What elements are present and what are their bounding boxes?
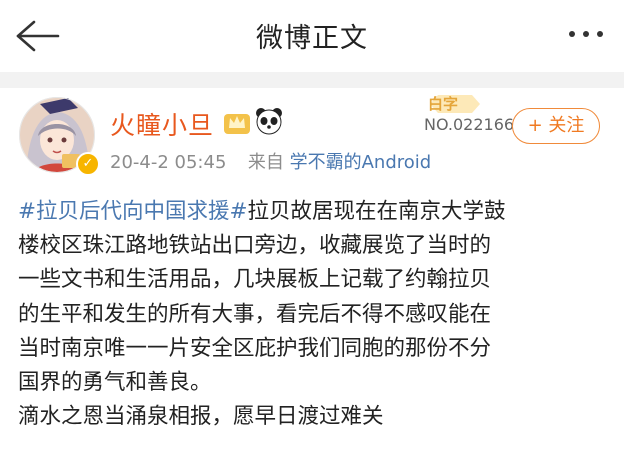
- timestamp: 20-4-2 05:45: [110, 152, 227, 173]
- verified-icon: ✓: [76, 152, 100, 176]
- crown-icon: [224, 114, 250, 134]
- source-prefix: 来自: [247, 152, 284, 173]
- content-line: #拉贝后代向中国求援#拉贝故居现在在南京大学鼓: [18, 195, 618, 229]
- content-line: 当时南京唯一一片安全区庇护我们同胞的那份不分: [18, 335, 492, 361]
- more-dots-icon[interactable]: [566, 22, 606, 46]
- badge-number: NO.022166: [424, 115, 515, 134]
- section-divider: [0, 72, 624, 88]
- source-link[interactable]: 学不霸的Android: [290, 152, 432, 173]
- fan-badge: 白字 NO.022166: [424, 93, 518, 135]
- badge-label: 白字: [428, 95, 459, 113]
- post-content: #拉贝后代向中国求援#拉贝故居现在在南京大学鼓 楼校区珠江路地铁站出口旁边，收藏…: [18, 195, 618, 434]
- top-nav-bar: 微博正文: [0, 0, 624, 73]
- panda-icon: [256, 108, 282, 135]
- content-line: 的生平和发生的所有大事，看完后不得不感叹能在: [18, 301, 492, 327]
- content-line: 滴水之恩当涌泉相报，愿早日渡过难关: [18, 404, 384, 430]
- content-line: 国界的勇气和善良。: [18, 370, 212, 396]
- username[interactable]: 火瞳小旦: [110, 106, 214, 142]
- hashtag-link[interactable]: #拉贝后代向中国求援#: [18, 199, 248, 224]
- content-line: 一些文书和生活用品，几块展板上记载了约翰拉贝: [18, 267, 492, 293]
- page-title: 微博正文: [256, 23, 368, 54]
- post-meta: 20-4-2 05:45 来自 学不霸的Android: [110, 148, 431, 174]
- content-text: 拉贝故居现在在南京大学鼓: [247, 199, 506, 224]
- content-line: 楼校区珠江路地铁站出口旁边，收藏展览了当时的: [18, 233, 492, 259]
- follow-button[interactable]: + 关注: [512, 108, 600, 144]
